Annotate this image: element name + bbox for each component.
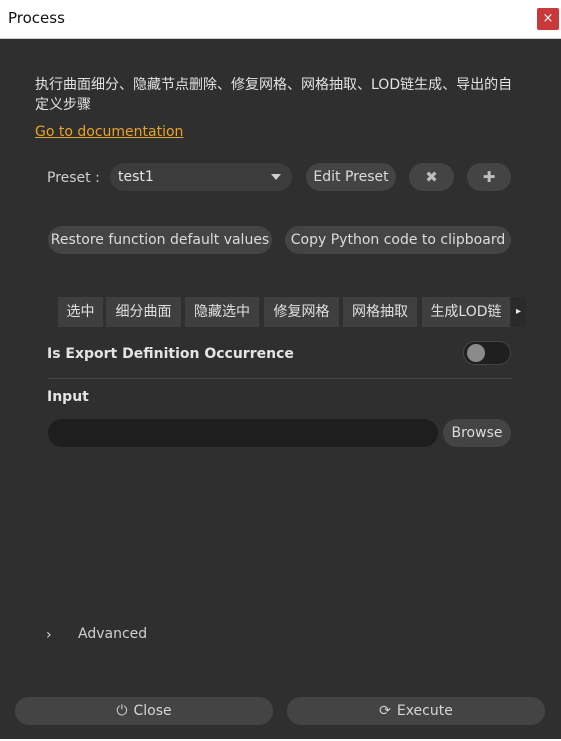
function-description: 执行曲面细分、隐藏节点删除、修复网格、网格抽取、LOD链生成、导出的自定义步骤 — [35, 77, 513, 113]
preset-value: test1 — [118, 169, 154, 185]
delete-preset-button[interactable]: ✖ — [409, 163, 454, 191]
browse-button[interactable]: Browse — [443, 419, 511, 447]
step-tab[interactable]: 网格抽取 — [343, 297, 417, 327]
process-steps-bar: 选中 细分曲面 隐藏选中 修复网格 网格抽取 生成LOD链 导 — [58, 297, 526, 327]
toggle-knob — [467, 344, 485, 362]
step-tab[interactable]: 隐藏选中 — [185, 297, 259, 327]
advanced-section-toggle[interactable]: Advanced — [78, 626, 147, 642]
documentation-link[interactable]: Go to documentation — [35, 124, 183, 140]
window-close-button[interactable]: × — [537, 8, 559, 30]
divider — [47, 378, 513, 379]
export-occurrence-label: Is Export Definition Occurrence — [47, 346, 294, 362]
close-button-label: Close — [133, 703, 172, 719]
step-tab[interactable]: 选中 — [58, 297, 103, 327]
chevron-right-icon[interactable]: › — [46, 627, 58, 643]
execute-button[interactable]: ⟳ Execute — [287, 697, 545, 725]
dropdown-arrow-icon — [271, 174, 281, 180]
close-icon: ✖ — [425, 168, 438, 186]
process-panel: 执行曲面细分、隐藏节点删除、修复网格、网格抽取、LOD链生成、导出的自定义步骤 … — [0, 39, 561, 739]
preset-label: Preset : — [47, 170, 100, 186]
step-tab[interactable]: 生成LOD链 — [422, 297, 510, 327]
edit-preset-button[interactable]: Edit Preset — [306, 163, 396, 191]
input-label: Input — [47, 389, 89, 405]
add-preset-button[interactable]: ✚ — [467, 163, 511, 191]
steps-scroll-right-icon[interactable]: ▸ — [511, 297, 526, 327]
input-path-field[interactable] — [48, 419, 438, 447]
title-bar: Process × — [0, 0, 561, 39]
refresh-icon: ⟳ — [379, 703, 391, 719]
power-icon: ⏻ — [116, 703, 128, 719]
export-occurrence-toggle[interactable] — [463, 341, 511, 365]
preset-dropdown[interactable]: test1 — [110, 163, 292, 191]
window-title: Process — [8, 9, 65, 27]
close-button[interactable]: ⏻ Close — [15, 697, 273, 725]
step-tab[interactable]: 细分曲面 — [106, 297, 181, 327]
copy-python-button[interactable]: Copy Python code to clipboard — [285, 226, 511, 254]
restore-defaults-button[interactable]: Restore function default values — [48, 226, 272, 254]
plus-icon: ✚ — [482, 168, 496, 186]
step-tab[interactable]: 修复网格 — [264, 297, 339, 327]
execute-button-label: Execute — [396, 703, 453, 719]
